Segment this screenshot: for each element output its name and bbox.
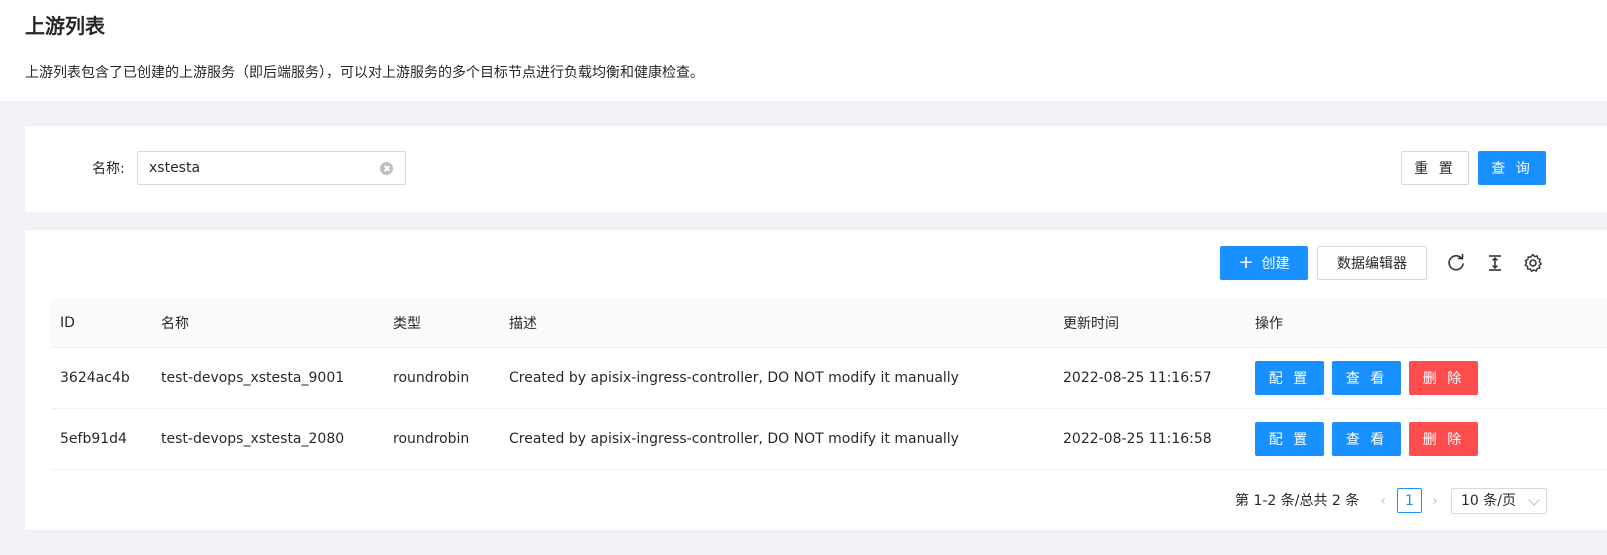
column-header-description: 描述 bbox=[509, 315, 537, 332]
cell-id: 5efb91d4 bbox=[60, 431, 127, 447]
query-button[interactable]: 查 询 bbox=[1478, 151, 1546, 185]
view-button[interactable]: 查 看 bbox=[1332, 422, 1401, 456]
row-actions: 配 置 查 看 删 除 bbox=[1255, 422, 1485, 456]
close-circle-icon[interactable] bbox=[380, 162, 393, 175]
cell-name: test-devops_xstesta_9001 bbox=[161, 370, 345, 386]
cell-type: roundrobin bbox=[393, 370, 470, 386]
page-header: 上游列表 上游列表包含了已创建的上游服务（即后端服务），可以对上游服务的多个目标… bbox=[0, 0, 1607, 101]
chevron-left-icon[interactable]: ‹ bbox=[1374, 488, 1392, 514]
column-header-type: 类型 bbox=[393, 315, 421, 332]
page-description: 上游列表包含了已创建的上游服务（即后端服务），可以对上游服务的多个目标节点进行负… bbox=[25, 65, 704, 81]
cell-description: Created by apisix-ingress-controller, DO… bbox=[509, 370, 959, 386]
cell-name: test-devops_xstesta_2080 bbox=[161, 431, 345, 447]
table-header: ID 名称 类型 描述 更新时间 操作 bbox=[51, 298, 1607, 348]
plus-icon: + bbox=[1238, 252, 1254, 273]
cell-update-time: 2022-08-25 11:16:58 bbox=[1063, 431, 1212, 447]
data-editor-button[interactable]: 数据编辑器 bbox=[1317, 246, 1427, 280]
page-title: 上游列表 bbox=[25, 14, 105, 38]
reload-icon[interactable] bbox=[1445, 252, 1467, 274]
view-button[interactable]: 查 看 bbox=[1332, 361, 1401, 395]
configure-button[interactable]: 配 置 bbox=[1255, 422, 1324, 456]
search-form: 名称: 重 置 查 询 bbox=[25, 126, 1607, 212]
name-search-input[interactable] bbox=[138, 152, 378, 184]
configure-button[interactable]: 配 置 bbox=[1255, 361, 1324, 395]
column-header-id: ID bbox=[60, 314, 75, 331]
create-button[interactable]: + 创建 bbox=[1220, 246, 1308, 280]
chevron-down-icon bbox=[1528, 494, 1540, 506]
row-actions: 配 置 查 看 删 除 bbox=[1255, 361, 1485, 395]
upstream-table: ID 名称 类型 描述 更新时间 操作 3624ac4b test-devops… bbox=[51, 298, 1607, 470]
cell-type: roundrobin bbox=[393, 431, 470, 447]
page-size-select[interactable]: 10 条/页 bbox=[1451, 488, 1547, 514]
cell-id: 3624ac4b bbox=[60, 370, 130, 386]
pagination: 第 1-2 条/总共 2 条 ‹ 1 › 10 条/页 bbox=[25, 488, 1607, 514]
column-header-name: 名称 bbox=[161, 315, 189, 332]
chevron-right-icon[interactable]: › bbox=[1426, 488, 1444, 514]
page-item-1[interactable]: 1 bbox=[1397, 488, 1422, 513]
upstream-table-card: + 创建 数据编辑器 ID 名称 类型 描述 更新时间 操作 3624ac4b … bbox=[25, 230, 1607, 530]
name-input-wrapper[interactable] bbox=[137, 151, 406, 185]
table-row: 3624ac4b test-devops_xstesta_9001 roundr… bbox=[51, 348, 1607, 409]
name-field-label: 名称: bbox=[92, 161, 125, 177]
column-height-icon[interactable] bbox=[1484, 252, 1506, 274]
table-row: 5efb91d4 test-devops_xstesta_2080 roundr… bbox=[51, 409, 1607, 470]
column-header-actions: 操作 bbox=[1255, 315, 1283, 332]
delete-button[interactable]: 删 除 bbox=[1409, 422, 1478, 456]
setting-icon[interactable] bbox=[1522, 252, 1544, 274]
column-header-update-time: 更新时间 bbox=[1063, 315, 1119, 332]
delete-button[interactable]: 删 除 bbox=[1409, 361, 1478, 395]
pagination-total: 第 1-2 条/总共 2 条 bbox=[1235, 493, 1360, 509]
reset-button[interactable]: 重 置 bbox=[1401, 151, 1469, 185]
page-size-value: 10 条/页 bbox=[1461, 493, 1516, 509]
cell-update-time: 2022-08-25 11:16:57 bbox=[1063, 370, 1212, 386]
create-button-label: 创建 bbox=[1261, 256, 1290, 272]
cell-description: Created by apisix-ingress-controller, DO… bbox=[509, 431, 959, 447]
